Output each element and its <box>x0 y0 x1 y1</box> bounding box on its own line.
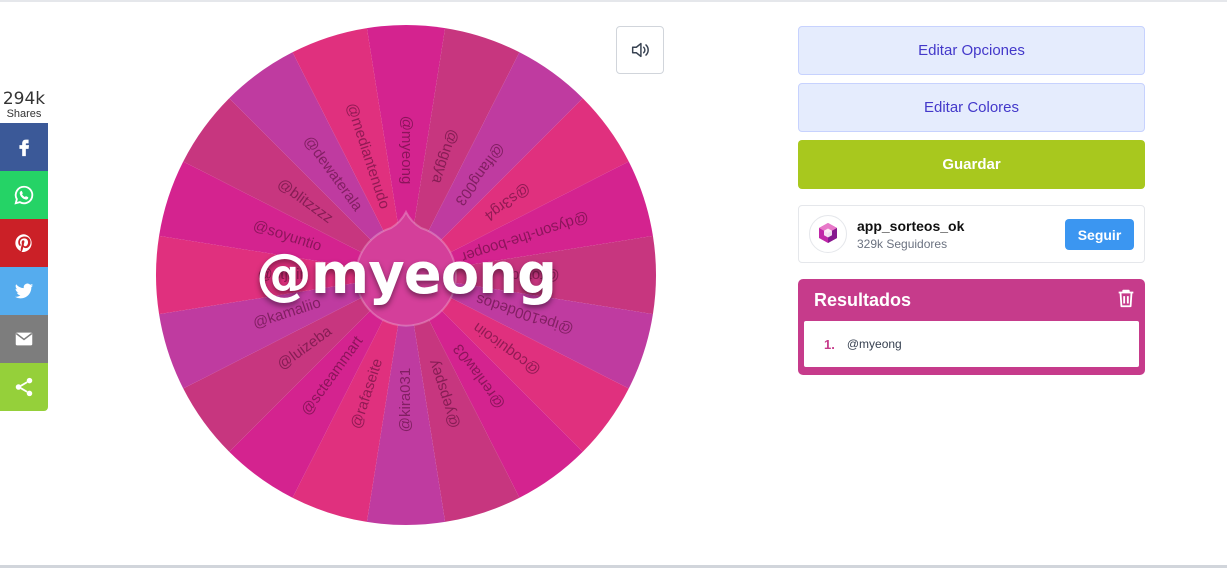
pinterest-icon <box>15 234 32 252</box>
email-icon <box>15 332 33 346</box>
sharethis-share-button[interactable] <box>0 363 48 411</box>
results-list: 1. @myeong <box>804 321 1139 367</box>
whatsapp-share-button[interactable] <box>0 171 48 219</box>
pinterest-share-button[interactable] <box>0 219 48 267</box>
speaker-icon <box>631 42 649 58</box>
result-value: @myeong <box>846 337 902 351</box>
page: 294k Shares @myeong @uggya @lfang003 @s3rg4… <box>0 0 1227 568</box>
email-share-button[interactable] <box>0 315 48 363</box>
share-count: 294k <box>2 89 46 109</box>
edit-options-button[interactable]: Editar Opciones <box>798 26 1145 75</box>
save-button[interactable]: Guardar <box>798 140 1145 189</box>
trash-icon[interactable] <box>1115 287 1137 309</box>
facebook-icon <box>19 139 30 157</box>
results-title: Resultados <box>814 290 912 310</box>
control-panel: Editar Opciones Editar Colores Guardar a… <box>798 26 1145 375</box>
follow-button[interactable]: Seguir <box>1065 219 1134 250</box>
wheel-segment-label: @myeong <box>398 116 415 185</box>
share-label: Shares <box>6 108 42 120</box>
cube-logo-icon <box>819 223 837 243</box>
winner-name: @myeong <box>255 242 557 307</box>
edit-colors-button[interactable]: Editar Colores <box>798 83 1145 132</box>
profile-card: app_sorteos_ok 329k Seguidores Seguir <box>798 205 1145 263</box>
share-icon <box>15 377 33 397</box>
sound-toggle-button[interactable] <box>616 26 664 74</box>
result-number: 1. <box>824 336 835 352</box>
avatar[interactable] <box>809 215 847 253</box>
wheel-segment-label: @kira031 <box>397 368 414 432</box>
results-box: Resultados 1. @myeong <box>798 279 1145 375</box>
profile-followers: 329k Seguidores <box>857 236 948 251</box>
profile-name[interactable]: app_sorteos_ok <box>857 218 964 234</box>
twitter-share-button[interactable] <box>0 267 48 315</box>
share-sidebar: 294k Shares <box>0 90 48 411</box>
facebook-share-button[interactable] <box>0 123 48 171</box>
whatsapp-icon <box>14 185 34 205</box>
twitter-icon <box>14 283 34 299</box>
